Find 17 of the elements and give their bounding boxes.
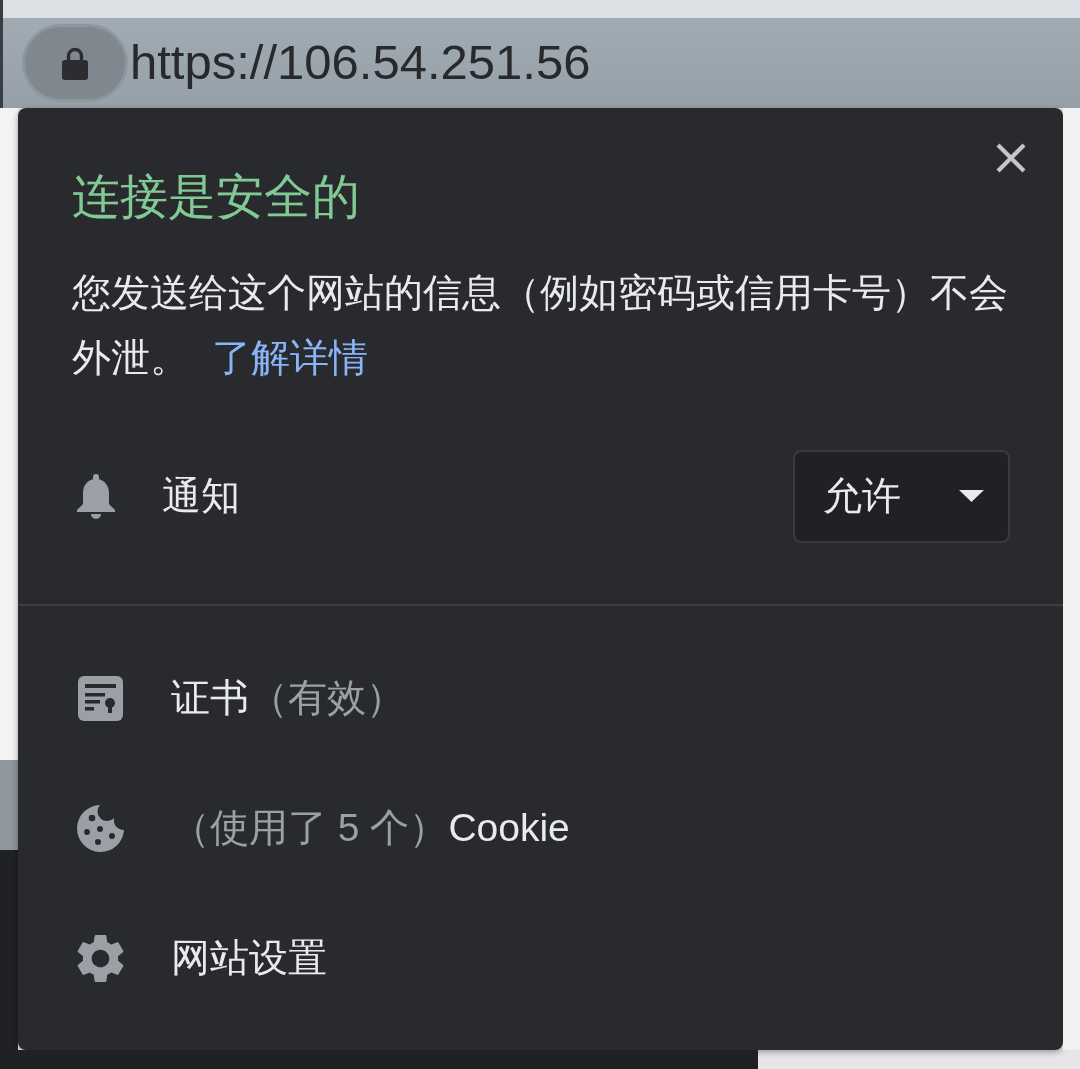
site-settings-item[interactable]: 网站设置 [76,934,327,984]
bell-icon [76,473,116,519]
caret-icon [959,490,984,503]
certificate-item[interactable]: 证书（有效） [76,674,405,724]
permission-label: 通知 [162,472,240,519]
lock-icon [62,46,88,80]
address-bar[interactable]: https://106.54.251.56 [3,18,1080,108]
learn-more-link[interactable]: 了解详情 [211,335,368,379]
cookie-icon [76,804,125,854]
url-text: https://106.54.251.56 [130,36,591,90]
gear-icon [76,934,125,984]
certificate-icon [76,674,125,724]
permission-dropdown[interactable]: 允许 [793,449,1010,543]
close-icon [995,142,1027,174]
popup-title: 连接是安全的 [72,169,360,225]
cookies-item[interactable]: （使用了 5 个）Cookie [76,804,570,854]
security-description: 您发送给这个网站的信息（例如密码或信用卡号）不会外泄。 了解详情 [72,269,1009,381]
